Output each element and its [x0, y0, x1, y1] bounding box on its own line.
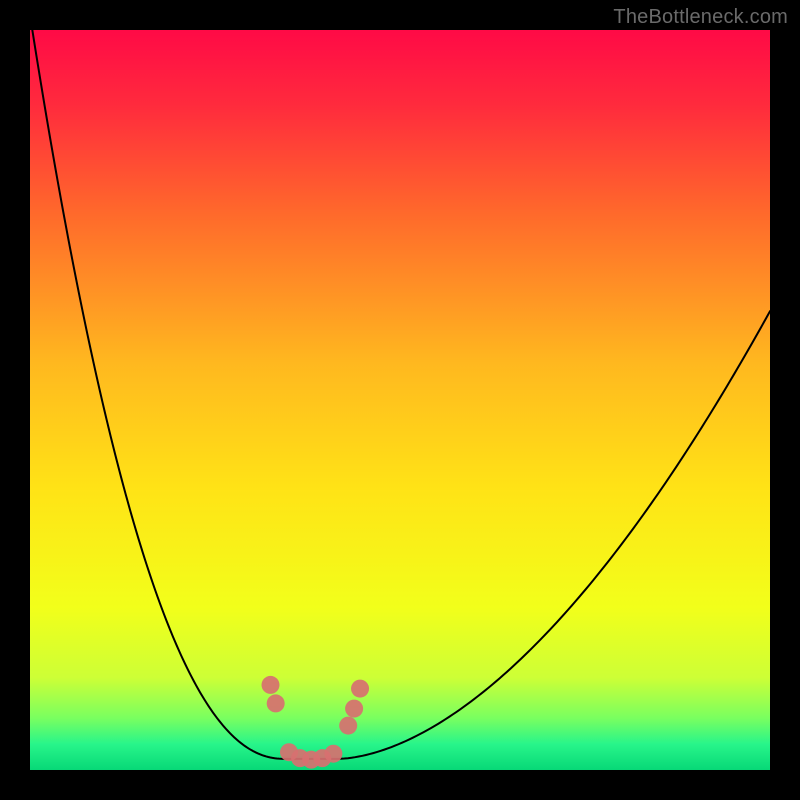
- data-point: [324, 745, 342, 763]
- plot-background: [30, 30, 770, 770]
- data-point: [351, 680, 369, 698]
- bottleneck-plot: [30, 30, 770, 770]
- data-point: [262, 676, 280, 694]
- watermark-text: TheBottleneck.com: [613, 6, 788, 29]
- data-point: [339, 717, 357, 735]
- chart-container: TheBottleneck.com: [0, 0, 800, 800]
- data-point: [345, 700, 363, 718]
- chart-svg: [30, 30, 770, 770]
- data-point: [267, 694, 285, 712]
